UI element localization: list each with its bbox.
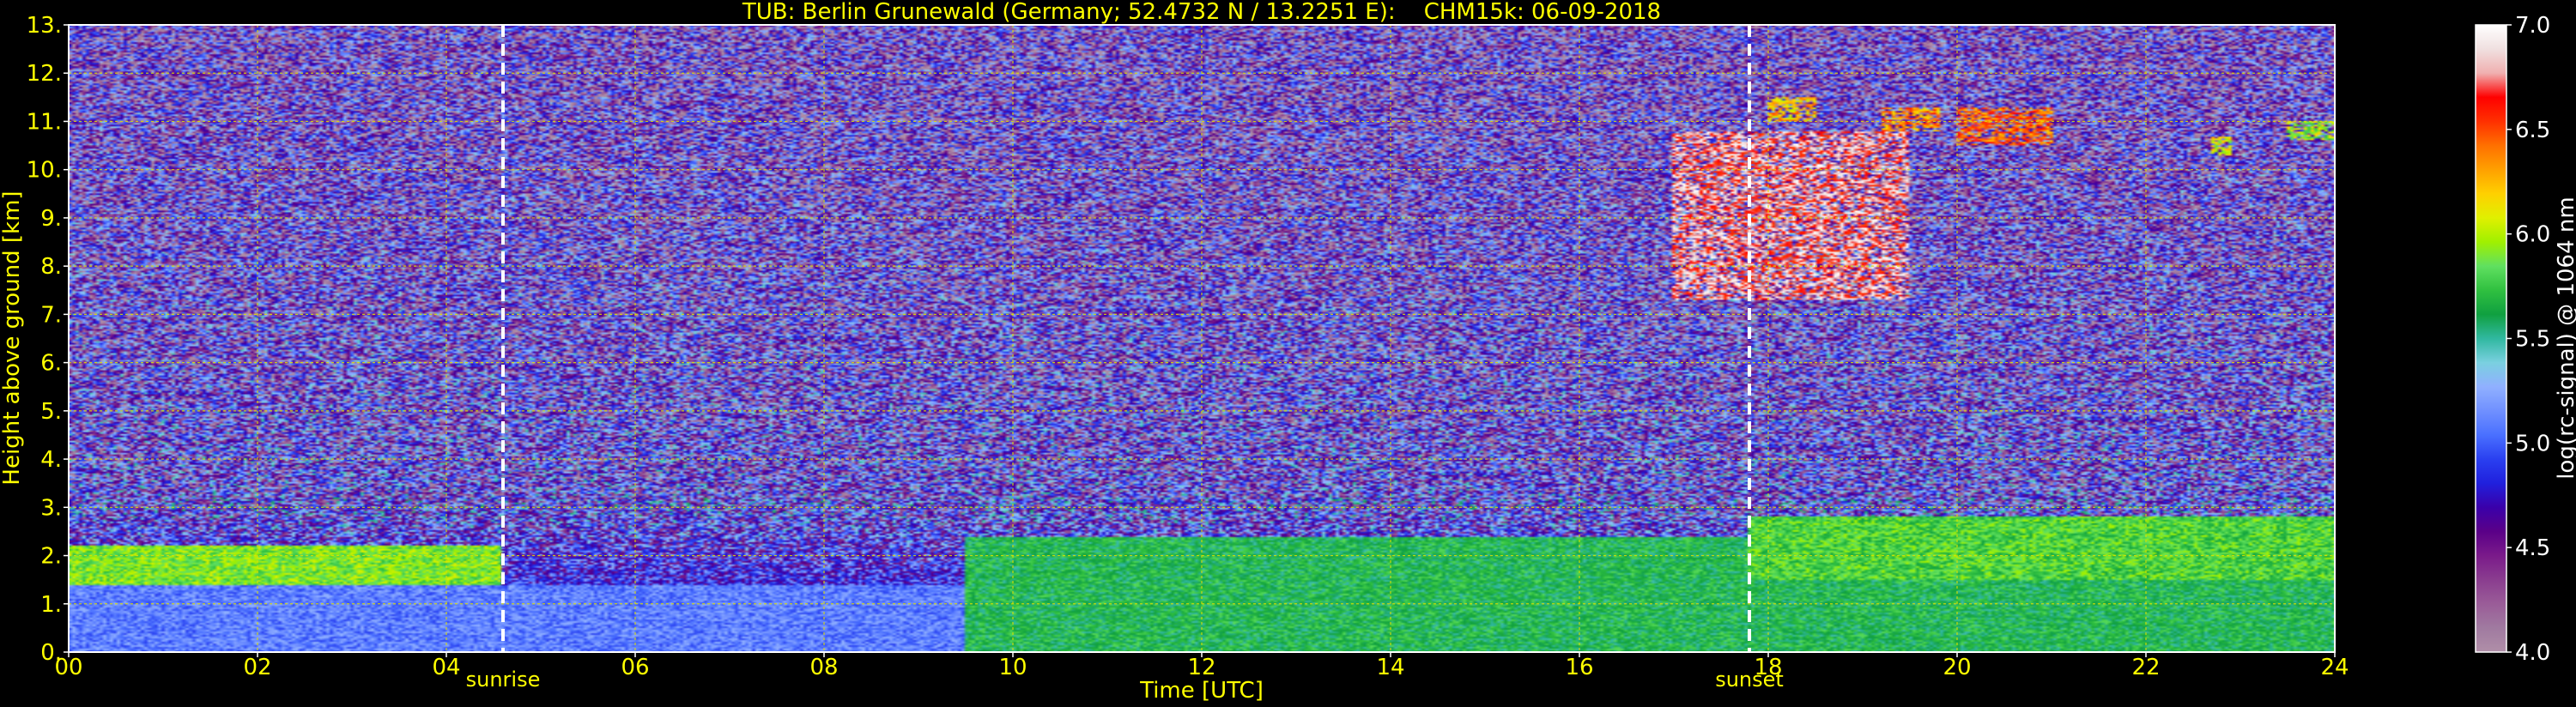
colorbar-tick-label: 5.5 — [2515, 327, 2550, 353]
y-tick-label: 10. — [27, 158, 62, 184]
x-tick-label: 04 — [432, 655, 460, 680]
x-axis-label: Time [UTC] — [1139, 678, 1264, 704]
x-tick-label: 02 — [243, 655, 271, 680]
y-tick-label: 12. — [27, 61, 62, 87]
colorbar-tick-label: 6.5 — [2515, 118, 2550, 143]
y-tick-label: 6. — [40, 351, 62, 377]
y-tick-label: 7. — [40, 302, 62, 328]
plot-area — [69, 25, 2335, 652]
x-tick-label: 14 — [1376, 655, 1404, 680]
y-tick-label: 11. — [27, 109, 62, 135]
sunrise-label: sunrise — [466, 668, 541, 692]
y-tick-label: 0. — [40, 640, 62, 666]
colorbar-tick-label: 4.5 — [2515, 535, 2550, 561]
y-tick-label: 3. — [40, 495, 62, 521]
y-tick-label: 1. — [40, 592, 62, 618]
colorbar-label: log(rc-signal) @ 1064 nm — [2554, 196, 2576, 479]
colorbar-tick-label: 5.0 — [2515, 431, 2550, 456]
y-tick-label: 2. — [40, 544, 62, 570]
colorbar-bar — [2475, 24, 2507, 653]
colorbar-tick-label: 4.0 — [2515, 640, 2550, 666]
y-tick-label: 13. — [27, 13, 62, 39]
y-tick-label: 5. — [40, 399, 62, 425]
y-tick-label: 4. — [40, 447, 62, 473]
y-tick-label: 8. — [40, 254, 62, 280]
x-tick-label: 24 — [2320, 655, 2349, 680]
x-tick-label: 20 — [1943, 655, 1971, 680]
sunset-label: sunset — [1715, 668, 1784, 692]
colorbar-tick-label: 6.0 — [2515, 222, 2550, 248]
chart-title: TUB: Berlin Grunewald (Germany; 52.4732 … — [742, 0, 1661, 25]
x-tick-label: 10 — [998, 655, 1027, 680]
x-tick-label: 12 — [1187, 655, 1215, 680]
x-tick-label: 22 — [2131, 655, 2160, 680]
y-axis-label: Height above ground [km] — [0, 190, 25, 485]
x-tick-label: 08 — [809, 655, 838, 680]
ceilometer-figure: 00 02 04 06 08 10 12 14 16 18 20 22 24 0.1.2.3.4.5.6… — [0, 0, 2576, 707]
colorbar-tick-label: 7.0 — [2515, 13, 2550, 39]
y-tick-label: 9. — [40, 206, 62, 232]
x-tick-label: 16 — [1565, 655, 1593, 680]
x-tick-label: 06 — [621, 655, 649, 680]
